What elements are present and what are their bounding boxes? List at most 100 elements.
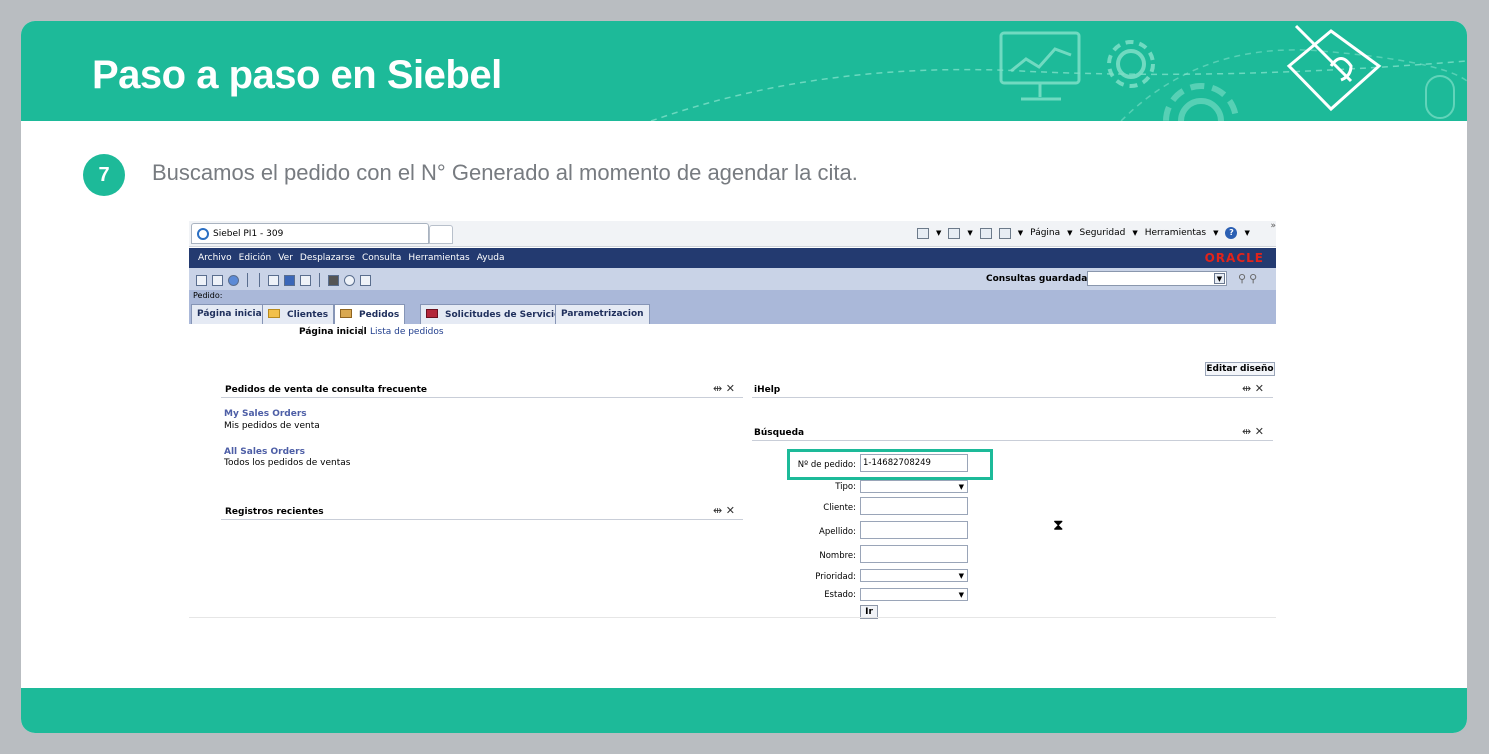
- priority-select[interactable]: ▼: [860, 569, 968, 582]
- siebel-toolbar: Consultas guardadas: ▼ ⚲ ⚲: [189, 268, 1276, 290]
- type-label: Tipo:: [835, 482, 856, 492]
- close-icon[interactable]: ✕: [726, 382, 735, 395]
- subnav-separator: |: [361, 326, 365, 336]
- name-label: Nombre:: [819, 551, 856, 561]
- recent-records-title: Registros recientes: [225, 507, 324, 517]
- menu-pagina[interactable]: Página: [1030, 228, 1060, 238]
- browser-tab[interactable]: Siebel PI1 - 309: [191, 223, 429, 244]
- overflow-chevron-icon[interactable]: »: [1270, 221, 1276, 231]
- type-select[interactable]: ▼: [860, 480, 968, 493]
- sub-navigation: Página inicial | Lista de pedidos: [189, 324, 1276, 342]
- slide: Paso a paso en Siebel 7 Buscamos el pedi…: [21, 21, 1467, 733]
- menu-ayuda[interactable]: Ayuda: [477, 253, 505, 263]
- menu-seguridad[interactable]: Seguridad: [1080, 228, 1126, 238]
- all-sales-orders-desc: Todos los pedidos de ventas: [224, 458, 351, 468]
- move-icon[interactable]: ⇹: [713, 504, 722, 517]
- help-book-icon[interactable]: [284, 274, 295, 286]
- client-label: Cliente:: [823, 503, 856, 513]
- priority-label: Prioridad:: [815, 572, 856, 582]
- close-icon[interactable]: ✕: [1255, 425, 1264, 438]
- move-icon[interactable]: ⇹: [713, 382, 722, 395]
- monitor-icon: [999, 31, 1081, 101]
- chevron-down-icon: ▼: [958, 591, 964, 599]
- all-sales-orders-link[interactable]: All Sales Orders: [224, 447, 305, 457]
- gear-icon: [1107, 40, 1155, 88]
- highlight-box: [787, 449, 993, 480]
- slide-title: Paso a paso en Siebel: [92, 53, 502, 97]
- subnav-lista-pedidos[interactable]: Lista de pedidos: [370, 327, 444, 337]
- busqueda-title: Búsqueda: [754, 428, 805, 438]
- copy-icon[interactable]: [212, 274, 223, 286]
- context-bar: Pedido:: [189, 290, 1276, 302]
- new-record-icon[interactable]: [196, 274, 207, 286]
- applet-controls: ⇹ ✕: [1242, 425, 1264, 438]
- applet-controls: ⇹ ✕: [713, 382, 735, 395]
- chevron-down-icon[interactable]: ▼: [936, 229, 941, 237]
- siebel-screenshot: Siebel PI1 - 309 ▼ ▼ ▼ Página ▼ Seguridad…: [189, 221, 1276, 619]
- gear-large-icon: [1163, 83, 1239, 121]
- tab-pedidos[interactable]: Pedidos: [334, 304, 406, 324]
- search-doc-icon[interactable]: [268, 274, 279, 286]
- status-label: Estado:: [824, 590, 856, 600]
- subnav-pagina-inicial[interactable]: Página inicial: [299, 327, 367, 337]
- menu-desplazarse[interactable]: Desplazarse: [300, 253, 355, 263]
- status-select[interactable]: ▼: [860, 588, 968, 601]
- chevron-down-icon[interactable]: ▼: [1214, 273, 1225, 284]
- chevron-down-icon: ▼: [958, 483, 964, 491]
- step-badge: 7: [83, 154, 125, 196]
- tab-parametrizacion[interactable]: Parametrizacion: [555, 304, 650, 324]
- tab-solicitudes-servicio[interactable]: Solicitudes de Servicio: [420, 304, 567, 324]
- step-instruction: Buscamos el pedido con el N° Generado al…: [152, 160, 858, 185]
- my-sales-orders-desc: Mis pedidos de venta: [224, 421, 320, 431]
- name-input[interactable]: [860, 545, 968, 563]
- browser-tab-title: Siebel PI1 - 309: [213, 229, 284, 239]
- chevron-down-icon[interactable]: ▼: [1018, 229, 1023, 237]
- notes-icon[interactable]: [300, 274, 311, 286]
- calculator-icon[interactable]: [328, 274, 339, 286]
- query-search-icon[interactable]: ⚲: [1238, 272, 1246, 285]
- home-icon[interactable]: [917, 227, 929, 239]
- chart-icon[interactable]: [360, 274, 371, 286]
- menu-ver[interactable]: Ver: [278, 253, 293, 263]
- browser-command-bar: ▼ ▼ ▼ Página ▼ Seguridad ▼ Herramientas ▼ ?…: [917, 221, 1250, 245]
- tab-pagina-inicial[interactable]: Página inicial: [191, 304, 271, 324]
- chevron-down-icon: ▼: [958, 572, 964, 580]
- close-icon[interactable]: ✕: [726, 504, 735, 517]
- mail-icon[interactable]: [979, 227, 992, 239]
- slide-header: Paso a paso en Siebel: [21, 21, 1467, 121]
- surname-label: Apellido:: [819, 527, 856, 537]
- surname-input[interactable]: [860, 521, 968, 539]
- client-input[interactable]: [860, 497, 968, 515]
- saved-queries-select[interactable]: ▼: [1087, 271, 1227, 286]
- applet-controls: ⇹ ✕: [713, 504, 735, 517]
- ie-icon: [197, 228, 209, 240]
- toolbox-icon: [426, 309, 438, 318]
- edit-layout-button[interactable]: Editar diseño: [1205, 362, 1275, 376]
- menu-edicion[interactable]: Edición: [239, 253, 272, 263]
- frequent-orders-title: Pedidos de venta de consulta frecuente: [225, 385, 427, 395]
- menu-consulta[interactable]: Consulta: [362, 253, 401, 263]
- package-icon: [340, 309, 352, 318]
- globe-icon[interactable]: [228, 274, 239, 286]
- ihelp-title: iHelp: [754, 385, 781, 395]
- folder-icon: [268, 309, 280, 318]
- help-icon[interactable]: ?: [1225, 227, 1238, 239]
- tab-clientes[interactable]: Clientes: [262, 304, 335, 324]
- chevron-down-icon[interactable]: ▼: [967, 229, 972, 237]
- new-tab-button[interactable]: [429, 225, 453, 244]
- print-icon[interactable]: [998, 227, 1011, 239]
- close-icon[interactable]: ✕: [1255, 382, 1264, 395]
- move-icon[interactable]: ⇹: [1242, 382, 1251, 395]
- move-icon[interactable]: ⇹: [1242, 425, 1251, 438]
- menu-herramientas[interactable]: Herramientas: [1145, 228, 1206, 238]
- oracle-logo: ORACLE: [1204, 251, 1264, 265]
- feed-icon[interactable]: [948, 227, 961, 239]
- hourglass-cursor-icon: ⧗: [1053, 516, 1064, 534]
- menu-herramientas-siebel[interactable]: Herramientas: [408, 253, 469, 263]
- query-search-alt-icon[interactable]: ⚲: [1249, 272, 1257, 285]
- my-sales-orders-link[interactable]: My Sales Orders: [224, 409, 307, 419]
- menu-archivo[interactable]: Archivo: [198, 253, 232, 263]
- applet-controls: ⇹ ✕: [1242, 382, 1264, 395]
- clock-icon[interactable]: [344, 274, 355, 286]
- slide-footer: [21, 688, 1467, 733]
